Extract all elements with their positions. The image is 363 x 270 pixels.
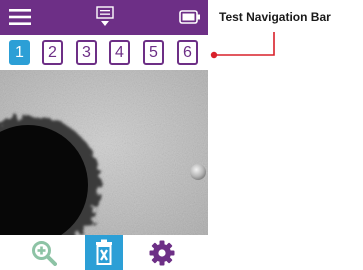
callout-line	[210, 32, 275, 59]
callout-label: Test Navigation Bar	[219, 10, 331, 24]
